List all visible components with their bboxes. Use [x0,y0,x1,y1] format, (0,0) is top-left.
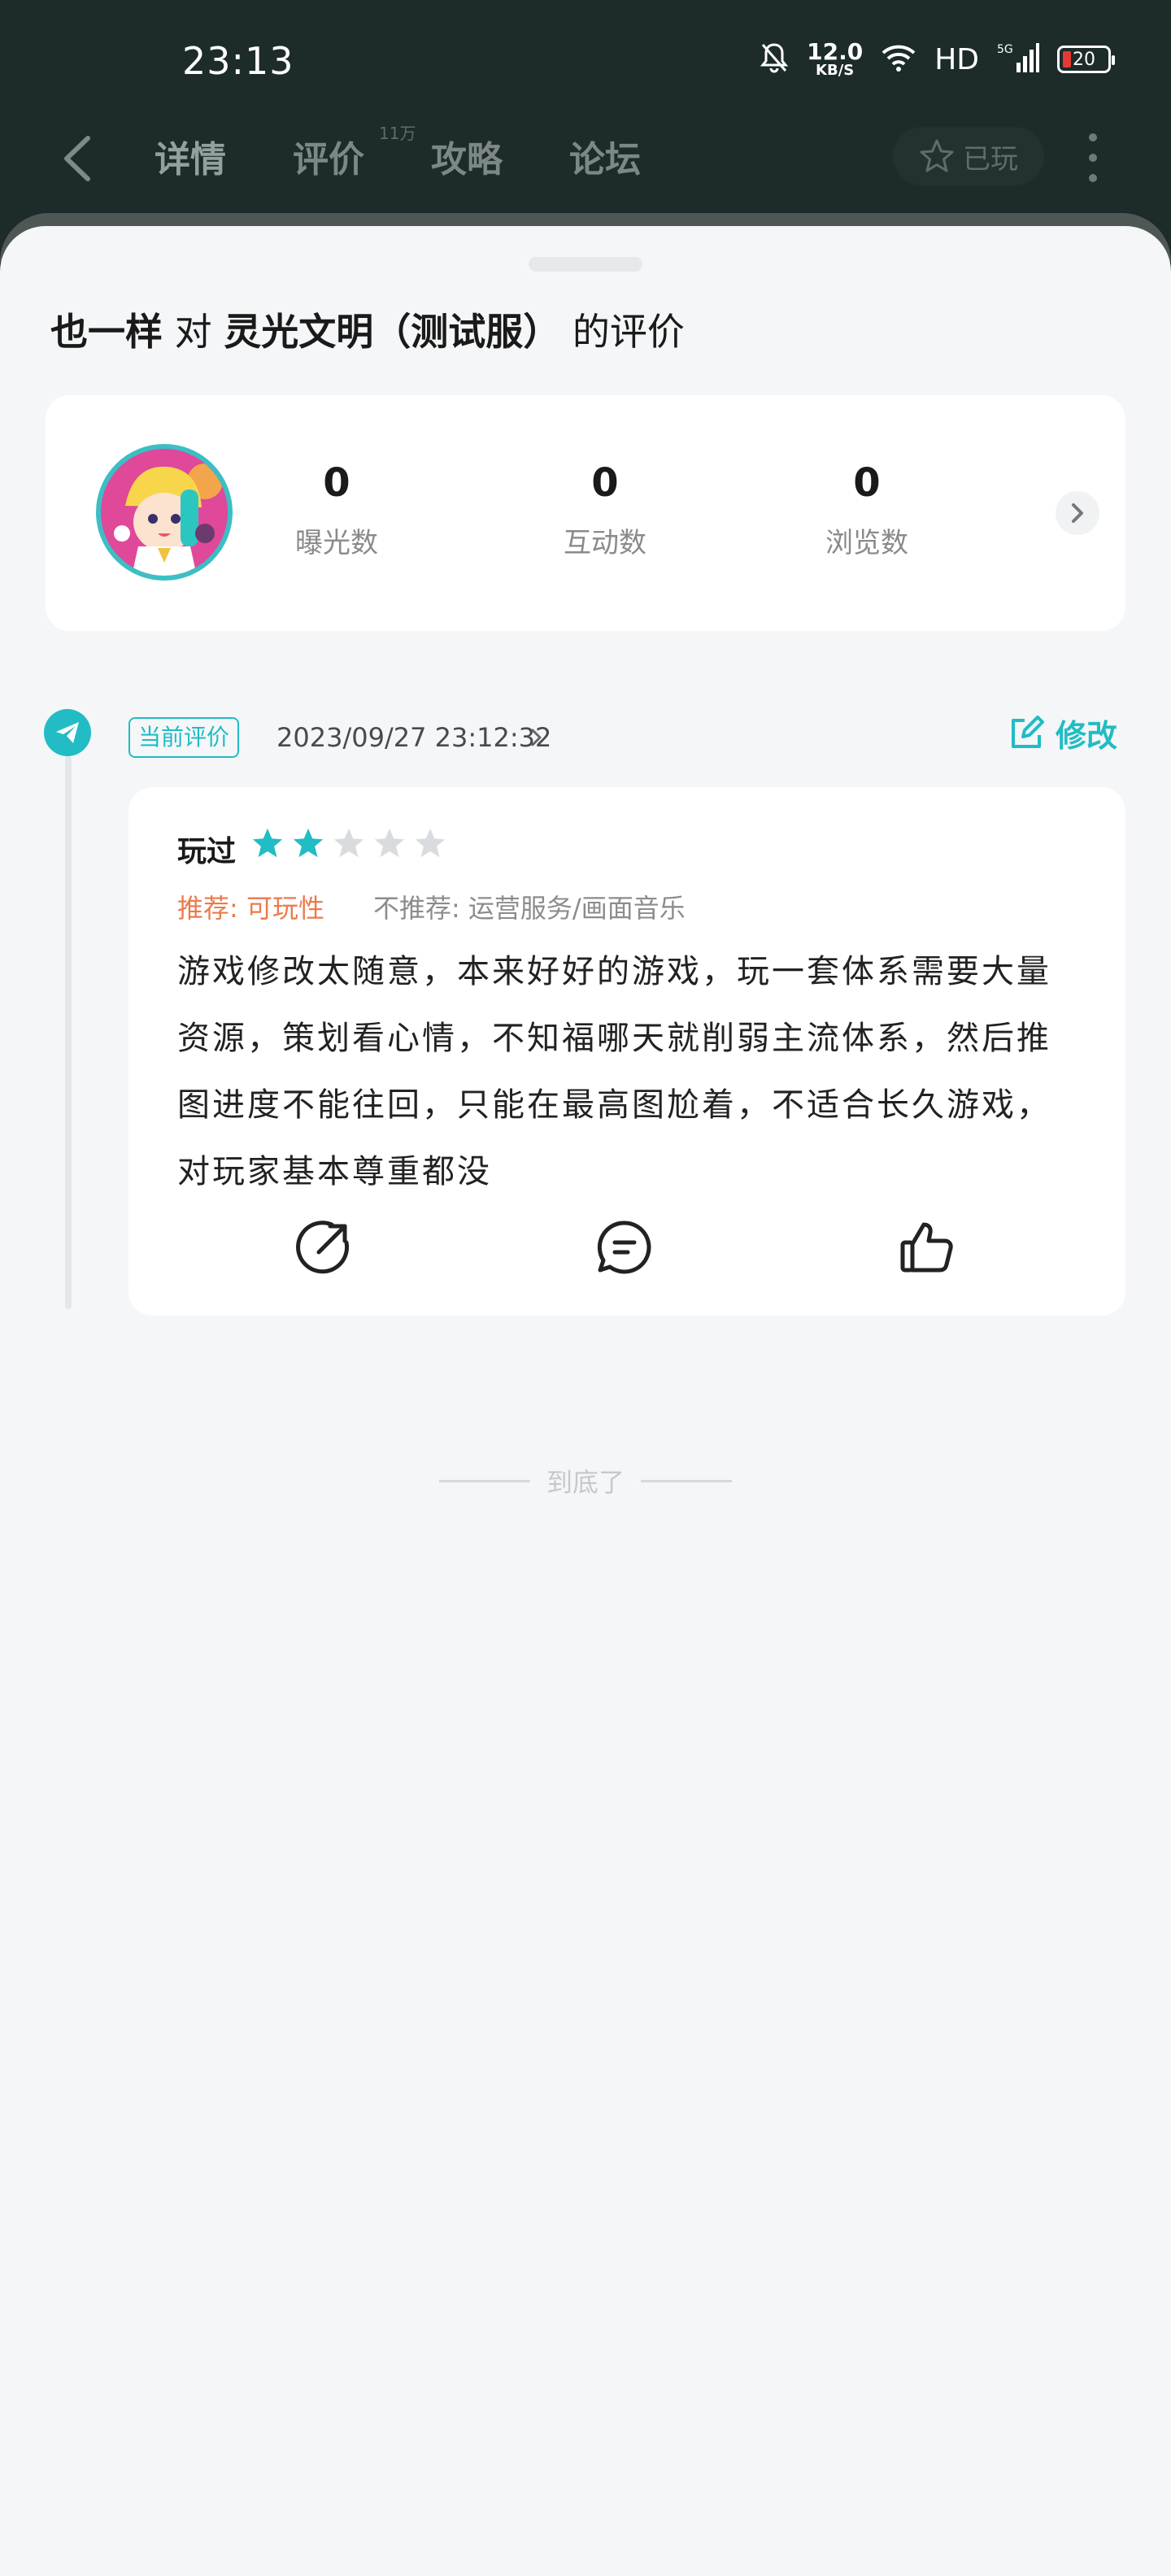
tab-forum[interactable]: 论坛 [569,130,641,182]
mute-bell-icon [760,41,789,77]
like-button[interactable] [898,1218,956,1277]
dot [1089,133,1097,141]
edit-review-label: 修改 [1056,718,1118,754]
edit-review-button[interactable]: 修改 [1008,711,1117,755]
chevron-right-icon [1072,503,1083,523]
end-of-list-text: 到底了 [546,1467,625,1498]
chevron-left-icon [64,136,90,181]
share-button[interactable] [294,1218,353,1277]
stat-exposure-label: 曝光数 [295,527,378,559]
edit-icon [1012,715,1044,748]
timeline-line [65,756,72,1309]
divider [641,1479,733,1482]
star-filled-icon [252,828,283,858]
played-status: 玩过 [177,835,237,868]
hd-indicator: HD [934,42,979,76]
svg-text:5G: 5G [997,43,1013,56]
dot [1089,174,1097,182]
not-recommend-tags: 不推荐: 运营服务/画面音乐 [372,893,686,924]
battery-level: 20 [1073,49,1095,70]
title-suffix: 的评价 [572,310,685,354]
5g-signal-icon: 5G [997,41,1039,77]
star-empty-icon [415,828,446,858]
status-icons: 12.0 KB/S HD 5G 20 [760,41,1115,78]
current-review-badge: 当前评价 [128,717,240,758]
send-icon [44,709,91,756]
tab-reviews[interactable]: 评价 [293,130,364,182]
back-button[interactable] [59,130,98,187]
stat-exposure-value: 0 [323,460,350,506]
star-outline-icon [920,139,954,172]
star-filled-icon [293,828,324,858]
stat-interaction-value: 0 [591,460,619,506]
comment-button[interactable] [595,1218,654,1277]
comment-icon [597,1221,651,1274]
review-text: 游戏修改太随意，本来好好的游戏，玩一套体系需要大量资源，策划看心情，不知福哪天就… [177,953,1051,1190]
recommend-tags: 推荐: 可玩性 [177,893,324,924]
played-button-label: 已玩 [963,142,1018,176]
thumbs-up-icon [900,1222,953,1273]
dot [1089,154,1097,162]
top-bar: 23:13 12.0 KB/S HD 5G 20 详情 评价 攻略 论坛 11万… [0,0,1171,220]
stat-interaction: 0 互动数 [524,460,686,560]
rating-stars [250,826,447,860]
net-speed: 12.0 KB/S [807,41,863,78]
tab-guides[interactable]: 攻略 [431,130,503,182]
stat-views-value: 0 [853,460,881,506]
stat-views: 0 浏览数 [786,460,948,560]
divider [439,1479,530,1482]
title-mid: 对 [174,310,212,354]
title-game: 灵光文明（测试服） [224,310,561,354]
avatar[interactable] [96,444,233,581]
battery-icon: 20 [1057,46,1115,73]
tab-details[interactable]: 详情 [155,130,226,182]
wifi-icon [881,43,916,76]
date-chevron-right-icon[interactable] [527,725,546,750]
share-icon [296,1221,350,1274]
title-user: 也一样 [50,310,163,354]
review-date[interactable]: 2023/09/27 23:12:32 [276,717,551,758]
stats-card[interactable]: 0 曝光数 0 互动数 0 浏览数 [46,395,1125,631]
end-of-list: 到底了 [439,1462,733,1499]
star-empty-icon [333,828,364,858]
more-options-icon[interactable] [1080,133,1106,182]
stat-interaction-label: 互动数 [564,527,646,559]
review-sheet: 也一样 对 灵光文明（测试服） 的评价 0 曝光数 0 互动数 0 浏览数 当前… [0,226,1171,2576]
review-card[interactable]: 玩过 推荐: 可玩性 不推荐: 运营服务/画面音乐 游戏修改太随意，本来好好的游… [128,787,1125,1316]
stats-detail-button[interactable] [1056,491,1099,535]
net-speed-value: 12.0 [807,38,864,65]
avatar-illustration [101,449,228,576]
stat-exposure: 0 曝光数 [255,460,418,560]
played-button[interactable]: 已玩 [893,127,1044,185]
stat-views-label: 浏览数 [825,527,908,559]
star-empty-icon [374,828,405,858]
status-time: 23:13 [182,39,294,83]
sheet-title: 也一样 对 灵光文明（测试服） 的评价 [50,302,685,356]
review-count-badge: 11万 [379,124,416,143]
recommendation-line: 推荐: 可玩性 不推荐: 运营服务/画面音乐 [177,888,686,925]
net-speed-unit: KB/S [816,62,855,79]
drag-handle[interactable] [529,257,642,272]
